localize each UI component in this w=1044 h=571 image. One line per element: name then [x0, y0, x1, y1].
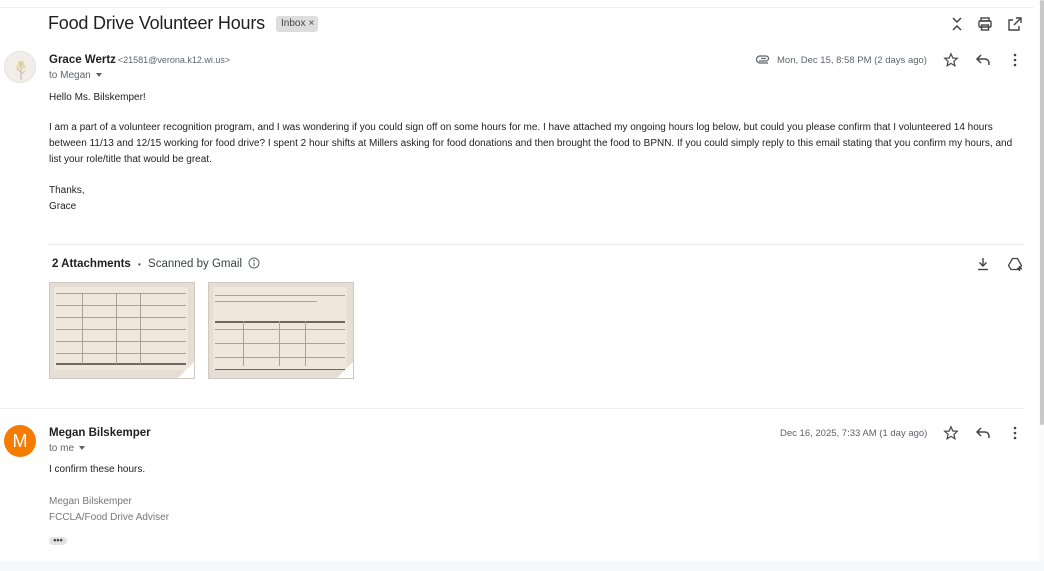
show-trimmed-content-button[interactable]: •••: [49, 536, 67, 545]
attachment-thumbnail-2[interactable]: [208, 282, 354, 379]
sender-avatar-grace[interactable]: [4, 51, 36, 83]
reply-icon[interactable]: [973, 50, 993, 70]
message-body: I am a part of a volunteer recognition p…: [49, 122, 1013, 165]
sender-name[interactable]: Megan Bilskemper: [49, 427, 151, 439]
message-date: Dec 16, 2025, 7:33 AM (1 day ago): [780, 428, 928, 439]
message-date: Mon, Dec 15, 8:58 PM (2 days ago): [777, 55, 927, 66]
sender-email: <21581@verona.k12.wi.us>: [117, 55, 231, 65]
message-closing: Thanks,: [49, 185, 85, 196]
signature-name: Megan Bilskemper: [49, 496, 132, 507]
message-signoff: Grace: [49, 201, 77, 212]
message-divider: [0, 408, 1024, 409]
attachments-divider: [49, 244, 1024, 245]
attachment-icon: [754, 50, 774, 70]
sender-name: Grace Wertz: [49, 54, 116, 66]
recipient-details[interactable]: to Megan: [49, 70, 102, 81]
collapse-all-icon[interactable]: [947, 14, 967, 34]
chevron-down-icon[interactable]: [95, 73, 102, 78]
signature-title: FCCLA/Food Drive Adviser: [49, 512, 170, 523]
chevron-down-icon[interactable]: [79, 446, 86, 451]
info-icon[interactable]: [248, 257, 260, 272]
recipient-text: to me: [49, 443, 75, 454]
scrollbar-track[interactable]: [1039, 0, 1044, 571]
star-icon[interactable]: [941, 423, 961, 443]
thread-subject: Food Drive Volunteer Hours: [48, 13, 265, 33]
flower-avatar-icon: [16, 61, 26, 80]
scrollbar-thumb[interactable]: [1040, 0, 1044, 425]
bottom-band: [0, 561, 1044, 571]
separator-dot: •: [138, 260, 141, 269]
page-fold: [337, 362, 353, 378]
add-to-drive-icon[interactable]: [1005, 254, 1025, 274]
attachments-count: 2 Attachments: [52, 258, 131, 270]
recipient-text: to Megan: [49, 70, 91, 81]
message-greeting: Hello Ms. Bilskemper!: [49, 92, 146, 103]
print-icon[interactable]: [975, 14, 995, 34]
reply-icon[interactable]: [973, 423, 993, 443]
more-options-icon[interactable]: [1005, 50, 1025, 70]
sender-avatar-megan[interactable]: M: [4, 425, 36, 457]
more-options-icon[interactable]: [1005, 423, 1025, 443]
attachments-header: 2 Attachments • Scanned by Gmail: [52, 257, 260, 272]
scanned-page-preview: [54, 287, 188, 370]
download-all-icon[interactable]: [973, 254, 993, 274]
sender-grace[interactable]: Grace Wertz <21581@verona.k12.wi.us>: [49, 54, 230, 66]
inbox-label-chip[interactable]: Inbox ×: [276, 16, 319, 32]
scanned-page-preview: [213, 287, 347, 370]
attachment-thumbnail-1[interactable]: [49, 282, 195, 379]
reply-body: I confirm these hours.: [49, 464, 146, 475]
top-divider: [0, 7, 1034, 8]
page-fold: [178, 362, 194, 378]
star-icon[interactable]: [941, 50, 961, 70]
scanned-label: Scanned by Gmail: [148, 258, 243, 270]
open-new-window-icon[interactable]: [1005, 14, 1025, 34]
inbox-label-text: Inbox: [281, 18, 306, 29]
recipient-details[interactable]: to me: [49, 443, 86, 454]
remove-label-icon[interactable]: ×: [308, 18, 314, 29]
